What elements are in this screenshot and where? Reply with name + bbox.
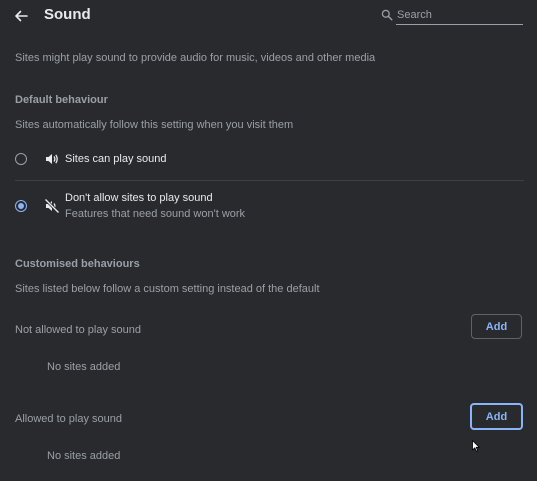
customised-behaviours-description: Sites listed below follow a custom setti… [15,283,320,295]
add-not-allowed-button[interactable]: Add [471,314,522,339]
option-allow-sound[interactable]: Sites can play sound [15,145,524,179]
page-title: Sound [44,6,91,23]
search-icon [381,9,393,21]
default-behaviour-description: Sites automatically follow this setting … [15,119,294,131]
allowed-list-label: Allowed to play sound [15,413,123,425]
radio-allow-sound[interactable] [15,153,27,165]
option-block-sound[interactable]: Don't allow sites to play sound Features… [15,180,524,229]
radio-block-sound[interactable] [15,200,27,212]
add-allowed-button[interactable]: Add [470,403,523,430]
search-box[interactable] [381,6,524,26]
option-label: Don't allow sites to play sound [65,192,213,204]
volume-off-icon [44,198,60,214]
not-allowed-empty-text: No sites added [47,361,121,373]
volume-icon [46,154,58,164]
allowed-empty-text: No sites added [47,450,121,462]
arrow-back-icon[interactable] [11,6,31,26]
not-allowed-list-label: Not allowed to play sound [15,324,141,336]
page-description: Sites might play sound to provide audio … [15,52,376,64]
option-label: Sites can play sound [65,153,167,165]
default-behaviour-heading: Default behaviour [15,94,108,106]
customised-behaviours-heading: Customised behaviours [15,258,140,270]
search-input[interactable] [396,6,523,25]
mouse-cursor-icon [472,440,480,452]
option-sublabel: Features that need sound won't work [65,208,246,220]
